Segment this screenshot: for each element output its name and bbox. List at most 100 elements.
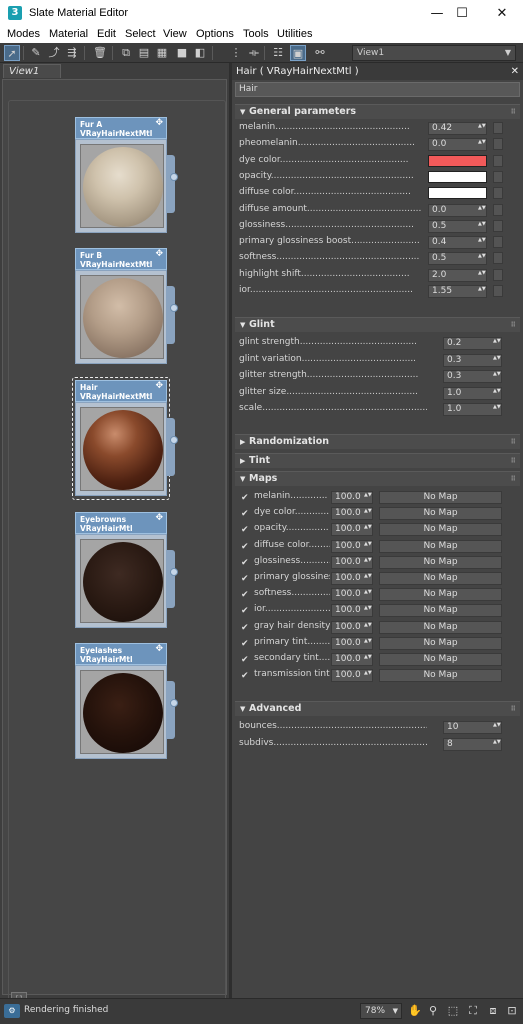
move-children-icon[interactable]: ⧉ [118, 45, 134, 61]
spinner-arrows-icon[interactable]: ▲▼ [493, 372, 501, 377]
enable-checkbox[interactable]: ✔ [241, 590, 251, 600]
param-spinner[interactable]: 2.0 ▲▼ [428, 268, 487, 282]
expand-icon[interactable]: ✥ [155, 645, 163, 654]
spinner-arrows-icon[interactable]: ▲▼ [478, 287, 486, 292]
node-view-canvas[interactable]: Fur A VRayHairNextMtl ✥ Fur B VRayHairNe… [2, 79, 227, 1008]
param-spinner[interactable]: 1.55 ▲▼ [428, 285, 487, 298]
expand-icon[interactable]: ✥ [155, 250, 163, 259]
no-map-button[interactable]: No Map [379, 523, 502, 537]
node-header[interactable]: Eyelashes VRayHairMtl ✥ [75, 643, 167, 665]
spinner-arrows-icon[interactable]: ▲▼ [478, 238, 486, 243]
menu-modes[interactable]: Modes [7, 28, 40, 40]
node-header[interactable]: Hair VRayHairNextMtl ✥ [75, 380, 167, 402]
param-spinner[interactable]: 1.0 ▲▼ [443, 403, 502, 416]
map-button[interactable] [493, 170, 503, 183]
spinner-arrows-icon[interactable]: ▲▼ [478, 270, 486, 276]
menu-options[interactable]: Options [196, 28, 234, 40]
spinner-arrows-icon[interactable]: ▲▼ [493, 723, 501, 728]
spinner-arrows-icon[interactable]: ▲▼ [364, 557, 372, 563]
spinner-arrows-icon[interactable]: ▲▼ [493, 739, 501, 745]
enable-checkbox[interactable]: ✔ [241, 639, 251, 649]
close-panel-icon[interactable]: ✕ [511, 63, 519, 80]
tab-view1[interactable]: View1 [3, 64, 61, 78]
param-spinner[interactable]: 1.0 ▲▼ [443, 386, 502, 400]
param-spinner[interactable]: 0.4 ▲▼ [428, 236, 487, 250]
layout-children-icon[interactable]: ⟛ [246, 45, 262, 61]
enable-checkbox[interactable]: ✔ [241, 558, 251, 568]
map-button[interactable] [493, 268, 503, 281]
map-amount-spinner[interactable]: 100.0 ▲▼ [331, 669, 373, 683]
delete-icon[interactable]: 🗑 [92, 45, 108, 61]
node-header[interactable]: Eyebrowns VRayHairMtl ✥ [75, 512, 167, 534]
no-map-button[interactable]: No Map [379, 491, 502, 504]
rollout-header-maps[interactable]: ▼ Maps ⠿ [235, 471, 520, 486]
rollout-header-glint[interactable]: ▼ Glint ⠿ [235, 317, 520, 332]
spinner-arrows-icon[interactable]: ▲▼ [493, 388, 501, 394]
map-button[interactable] [493, 219, 503, 232]
param-spinner[interactable]: 0.5 ▲▼ [428, 252, 487, 266]
map-amount-spinner[interactable]: 100.0 ▲▼ [331, 636, 373, 650]
menu-view[interactable]: View [163, 28, 187, 40]
select-tool-icon[interactable]: ➚ [4, 45, 20, 61]
spinner-arrows-icon[interactable]: ▲▼ [493, 355, 501, 361]
map-amount-spinner[interactable]: 100.0 ▲▼ [331, 523, 373, 537]
zoom-extents-selected-icon[interactable]: ⧈ [486, 1004, 500, 1018]
output-socket[interactable] [170, 568, 178, 576]
map-button[interactable] [493, 138, 503, 151]
material-name-field[interactable]: Hair [235, 82, 520, 97]
color-swatch[interactable] [428, 187, 487, 200]
spinner-arrows-icon[interactable]: ▲▼ [364, 525, 372, 530]
no-map-button[interactable]: No Map [379, 572, 502, 585]
expand-icon[interactable]: ✥ [155, 514, 163, 523]
no-map-button[interactable]: No Map [379, 555, 502, 569]
zoom-region-icon[interactable]: ⬚ [446, 1004, 460, 1018]
enable-checkbox[interactable]: ✔ [241, 623, 251, 633]
spinner-arrows-icon[interactable]: ▲▼ [364, 541, 372, 547]
show-background-icon[interactable]: ■ [174, 45, 190, 61]
close-button[interactable]: ✕ [485, 0, 519, 27]
map-amount-spinner[interactable]: 100.0 ▲▼ [331, 653, 373, 666]
view-selector[interactable]: View1 ▼ [352, 45, 516, 61]
node-header[interactable]: Fur B VRayHairNextMtl ✥ [75, 248, 167, 270]
param-spinner[interactable]: 0.3 ▲▼ [443, 370, 502, 383]
rollout-header-randomization[interactable]: ▶ Randomization ⠿ [235, 434, 520, 449]
map-amount-spinner[interactable]: 100.0 ▲▼ [331, 507, 373, 521]
spinner-arrows-icon[interactable]: ▲▼ [478, 205, 486, 211]
no-map-button[interactable]: No Map [379, 604, 502, 618]
no-map-button[interactable]: No Map [379, 669, 502, 683]
maximize-button[interactable]: ☐ [445, 0, 479, 27]
spinner-arrows-icon[interactable]: ▲▼ [364, 671, 372, 676]
enable-checkbox[interactable]: ✔ [241, 509, 251, 519]
enable-checkbox[interactable]: ✔ [241, 542, 251, 552]
menu-edit[interactable]: Edit [97, 28, 116, 40]
no-map-button[interactable]: No Map [379, 636, 502, 650]
color-swatch[interactable] [428, 170, 487, 183]
menu-utilities[interactable]: Utilities [277, 28, 312, 40]
spinner-arrows-icon[interactable]: ▲▼ [364, 622, 372, 628]
spinner-arrows-icon[interactable]: ▲▼ [364, 606, 372, 611]
map-amount-spinner[interactable]: 100.0 ▲▼ [331, 588, 373, 602]
spinner-arrows-icon[interactable]: ▲▼ [364, 655, 372, 660]
enable-checkbox[interactable]: ✔ [241, 606, 251, 616]
map-button[interactable] [493, 252, 503, 265]
output-socket[interactable] [170, 304, 178, 312]
spinner-arrows-icon[interactable]: ▲▼ [478, 140, 486, 145]
param-spinner[interactable]: 0.0 ▲▼ [428, 203, 487, 217]
rollout-header-advanced[interactable]: ▼ Advanced ⠿ [235, 701, 520, 716]
zoom-icon[interactable]: ⚲ [426, 1004, 440, 1018]
map-amount-spinner[interactable]: 100.0 ▲▼ [331, 555, 373, 569]
map-button[interactable] [493, 203, 503, 216]
map-amount-spinner[interactable]: 100.0 ▲▼ [331, 491, 373, 504]
spinner-arrows-icon[interactable]: ▲▼ [493, 405, 501, 410]
layout-all-icon[interactable]: ⋮ [228, 45, 244, 61]
pan-hand-icon[interactable]: ✋ [408, 1004, 422, 1018]
output-socket[interactable] [170, 436, 178, 444]
zoom-extents-icon[interactable]: ⛶ [466, 1004, 480, 1018]
param-spinner[interactable]: 0.0 ▲▼ [428, 138, 487, 152]
expand-icon[interactable]: ✥ [155, 382, 163, 391]
no-map-button[interactable]: No Map [379, 653, 502, 666]
spinner-arrows-icon[interactable]: ▲▼ [478, 124, 486, 129]
map-amount-spinner[interactable]: 100.0 ▲▼ [331, 572, 373, 585]
no-map-button[interactable]: No Map [379, 507, 502, 521]
spinner-arrows-icon[interactable]: ▲▼ [364, 493, 372, 498]
